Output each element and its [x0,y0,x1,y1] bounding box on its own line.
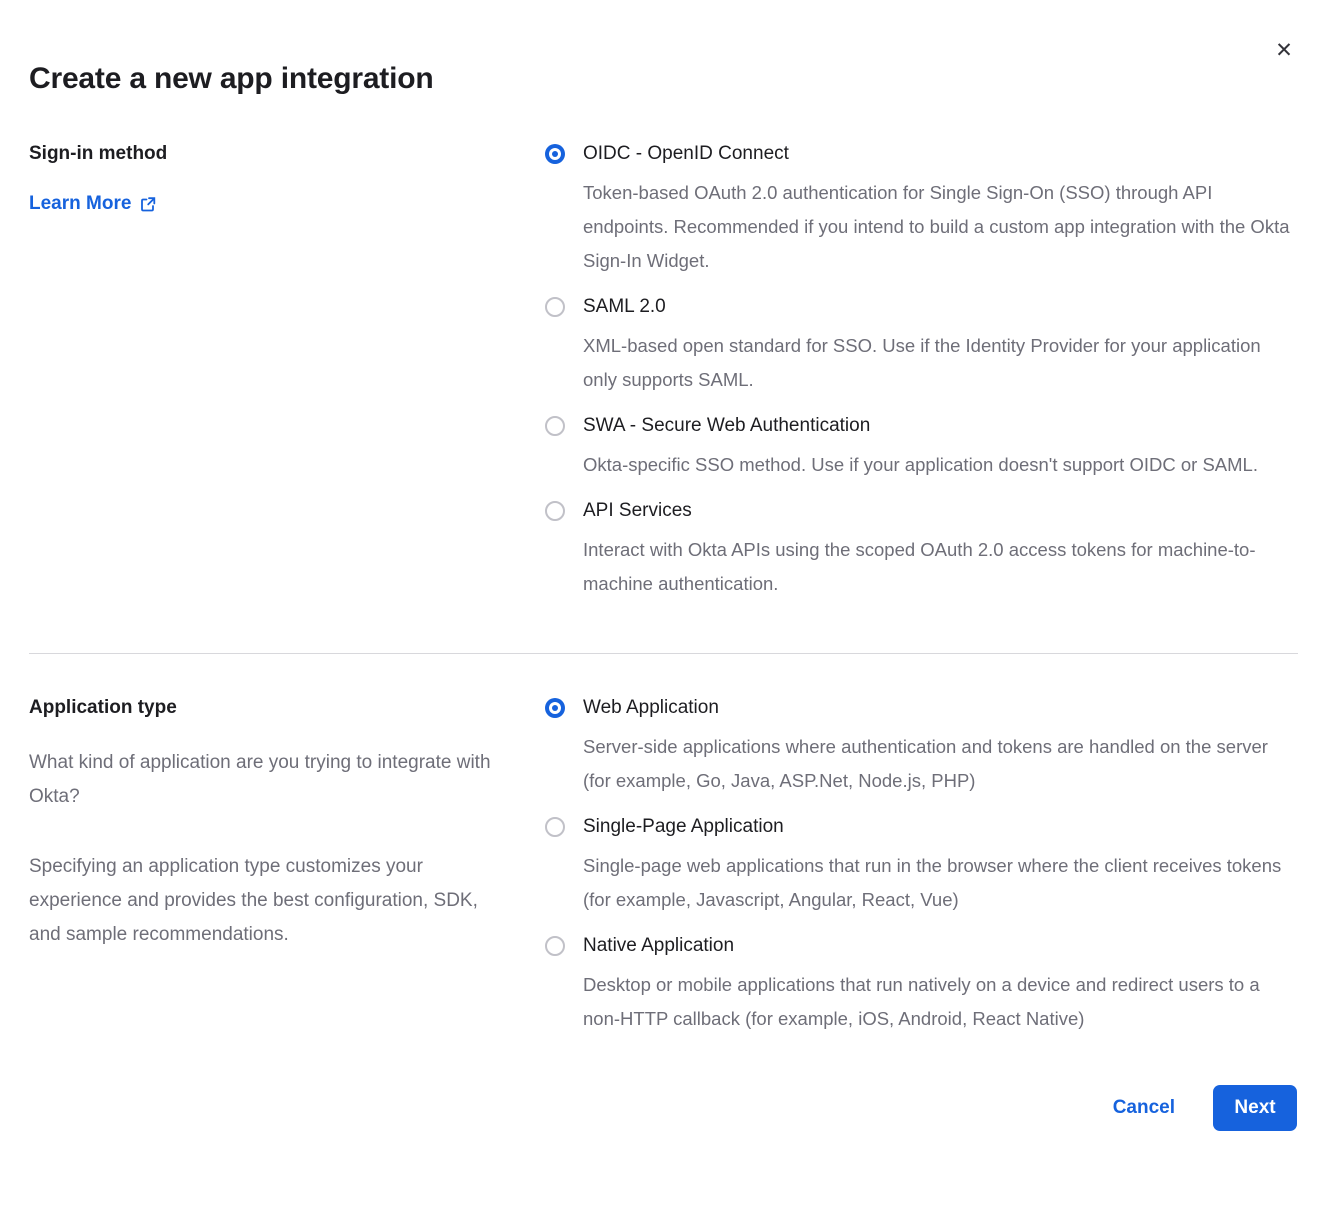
radio-option-description: Token-based OAuth 2.0 authentication for… [583,176,1297,278]
radio-option-label[interactable]: SWA - Secure Web Authentication [583,414,1298,438]
radio-api-services[interactable] [545,501,565,521]
radio-saml[interactable] [545,297,565,317]
radio-web-application[interactable] [545,698,565,718]
radio-swa[interactable] [545,416,565,436]
radio-option-description: Interact with Okta APIs using the scoped… [583,533,1297,601]
application-type-section: Application type What kind of applicatio… [29,696,1298,1036]
radio-option-label[interactable]: Native Application [583,934,1298,958]
radio-option-description: Single-page web applications that run in… [583,849,1297,917]
signin-method-left-column: Sign-in method Learn More [29,142,545,216]
radio-option-label[interactable]: OIDC - OpenID Connect [583,142,1298,166]
radio-oidc[interactable] [545,144,565,164]
next-button[interactable]: Next [1213,1085,1297,1131]
radio-option-label[interactable]: Single-Page Application [583,815,1298,839]
section-divider [29,653,1298,654]
radio-option-description: Desktop or mobile applications that run … [583,968,1297,1036]
radio-option-label[interactable]: API Services [583,499,1298,523]
external-link-icon [140,196,157,213]
application-type-help-text-1: What kind of application are you trying … [29,746,509,814]
application-type-label: Application type [29,696,515,720]
application-type-options: Web Application Server-side applications… [545,696,1298,1036]
close-icon[interactable]: ✕ [1270,36,1298,64]
create-app-integration-dialog: ✕ Create a new app integration Sign-in m… [0,0,1332,1131]
radio-option-label[interactable]: Web Application [583,696,1298,720]
radio-option-description: Server-side applications where authentic… [583,730,1297,798]
radio-native-application[interactable] [545,936,565,956]
signin-method-label: Sign-in method [29,142,515,166]
radio-option-description: XML-based open standard for SSO. Use if … [583,329,1297,397]
application-type-left-column: Application type What kind of applicatio… [29,696,545,952]
signin-method-options: OIDC - OpenID Connect Token-based OAuth … [545,142,1298,601]
signin-method-section: Sign-in method Learn More OIDC - OpenID … [29,142,1298,601]
radio-option-oidc: OIDC - OpenID Connect Token-based OAuth … [545,142,1298,278]
learn-more-label: Learn More [29,192,131,216]
learn-more-link[interactable]: Learn More [29,192,157,216]
radio-option-saml: SAML 2.0 XML-based open standard for SSO… [545,295,1298,397]
radio-option-label[interactable]: SAML 2.0 [583,295,1298,319]
radio-option-web-application: Web Application Server-side applications… [545,696,1298,798]
radio-option-native-application: Native Application Desktop or mobile app… [545,934,1298,1036]
dialog-title: Create a new app integration [29,62,1298,96]
dialog-footer: Cancel Next [29,1085,1298,1131]
radio-option-description: Okta-specific SSO method. Use if your ap… [583,448,1297,482]
radio-option-api-services: API Services Interact with Okta APIs usi… [545,499,1298,601]
radio-single-page-application[interactable] [545,817,565,837]
radio-option-single-page-application: Single-Page Application Single-page web … [545,815,1298,917]
radio-option-swa: SWA - Secure Web Authentication Okta-spe… [545,414,1298,482]
cancel-button[interactable]: Cancel [1113,1097,1175,1119]
application-type-help-text-2: Specifying an application type customize… [29,850,509,952]
